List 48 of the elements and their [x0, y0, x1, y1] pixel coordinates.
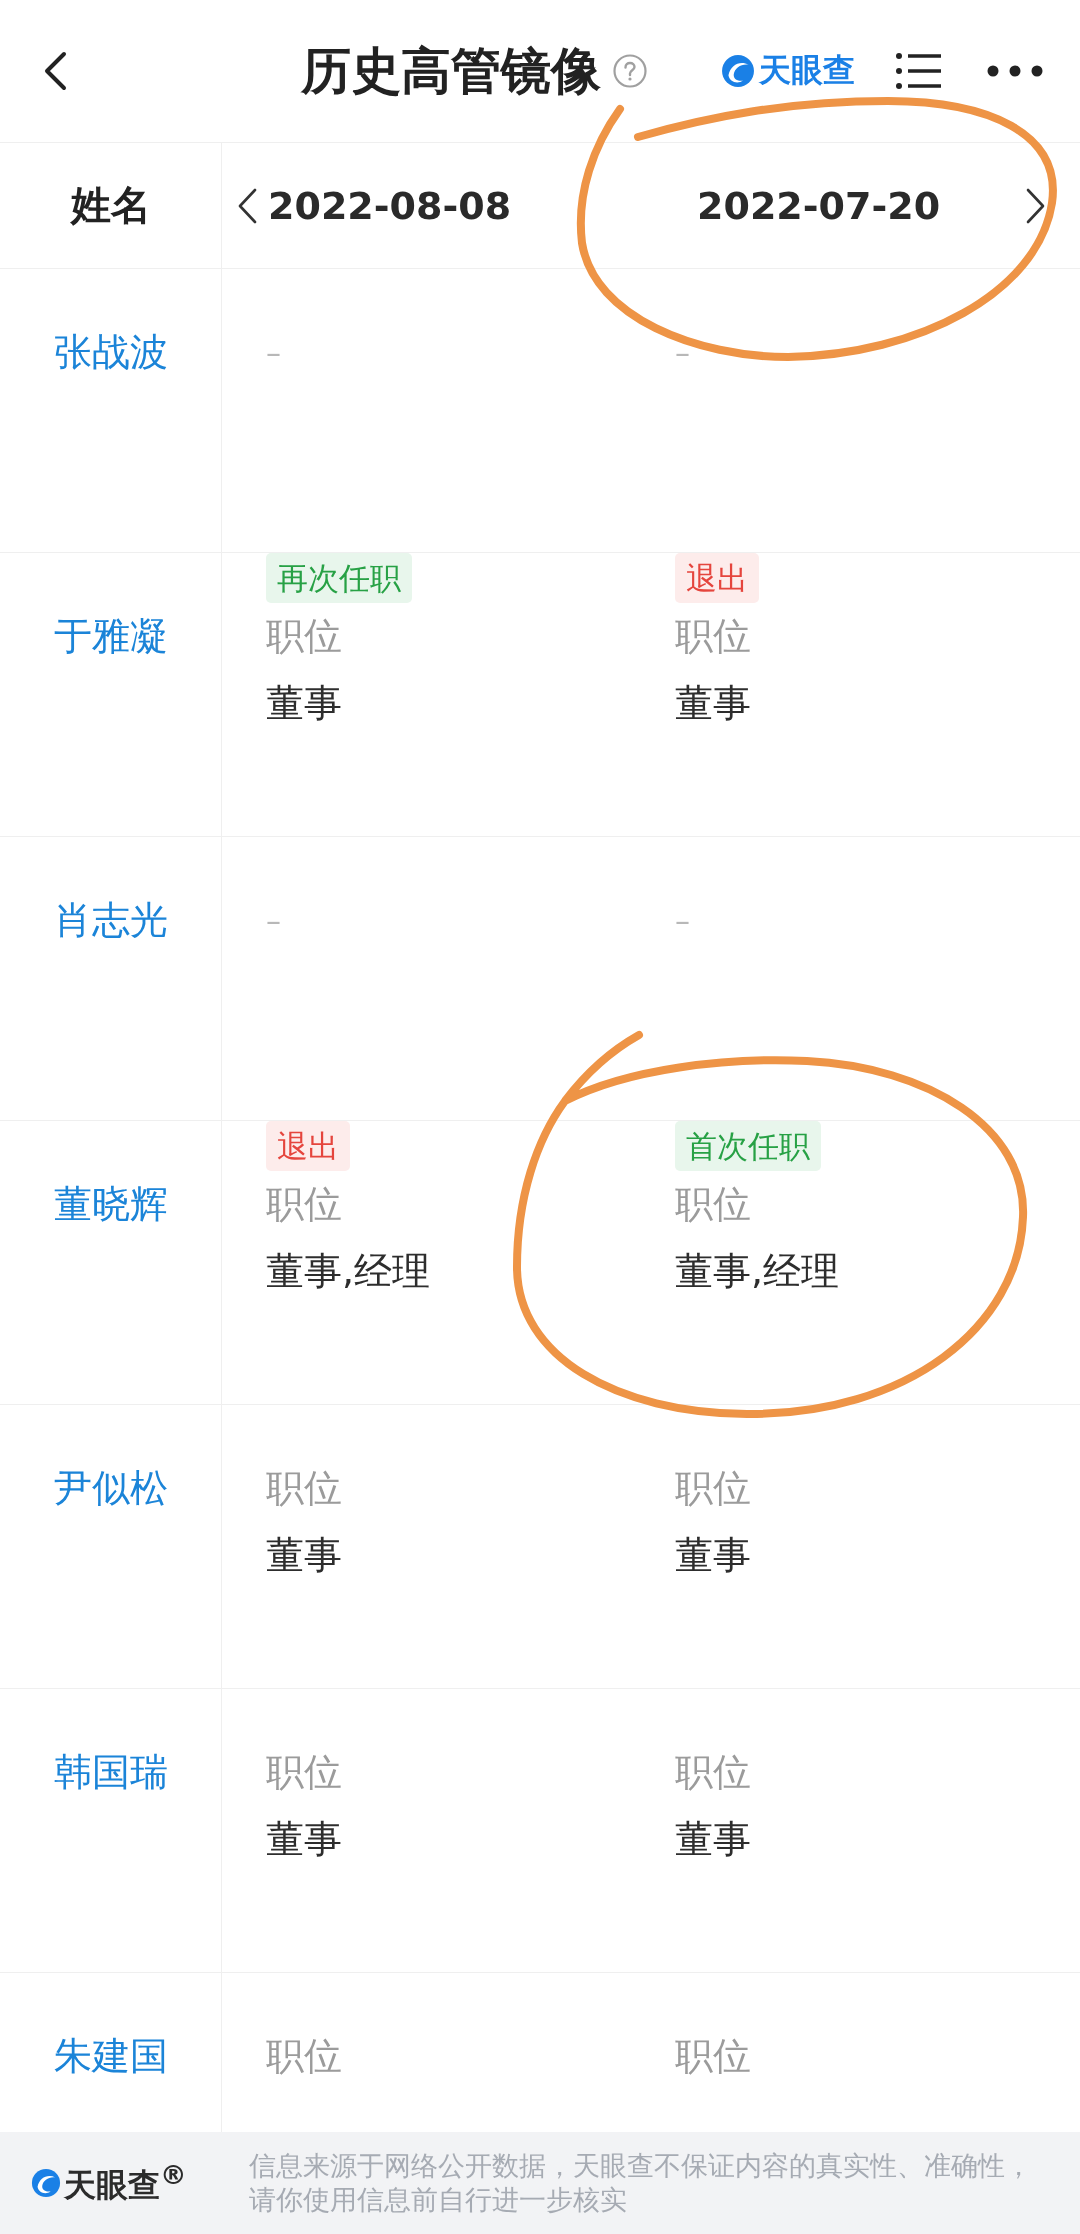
position-label: 职位	[675, 1748, 751, 1796]
position-value: 董事,经理	[675, 1247, 840, 1295]
person-name-link[interactable]: 董晓辉	[53, 1171, 168, 1237]
position-value: 董事,经理	[266, 1247, 431, 1295]
date-heading: 2022-08-08	[268, 183, 512, 228]
person-name-link[interactable]: 朱建国	[53, 2023, 168, 2089]
position-label: 职位	[266, 1180, 342, 1228]
position-label: 职位	[675, 612, 751, 660]
empty-value: –	[675, 902, 690, 938]
help-icon[interactable]	[613, 54, 647, 88]
position-label: 职位	[675, 1180, 751, 1228]
position-value: 董事	[675, 1531, 751, 1579]
position-value: 董事	[675, 1815, 751, 1863]
position-value: 董事	[266, 1531, 342, 1579]
page-title: 历史高管镜像	[301, 40, 601, 102]
position-label: 职位	[266, 612, 342, 660]
status-tag: 退出	[266, 1121, 350, 1171]
empty-value: –	[266, 334, 281, 370]
person-name-link[interactable]: 尹似松	[53, 1455, 168, 1521]
column-heading: 姓名	[70, 181, 151, 230]
position-label: 职位	[266, 1748, 342, 1796]
status-tag: 退出	[675, 553, 759, 603]
position-label: 职位	[266, 1464, 342, 1512]
more-icon[interactable]	[987, 65, 1043, 77]
empty-value: –	[675, 334, 690, 370]
person-name-link[interactable]: 张战波	[53, 319, 168, 385]
position-value: 董事	[266, 679, 342, 727]
position-value: 董事	[266, 1815, 342, 1863]
chevron-right-icon[interactable]	[1025, 187, 1047, 224]
list-icon[interactable]	[895, 51, 943, 91]
position-value: 董事	[675, 679, 751, 727]
disclaimer-text: 信息来源于网络公开数据，天眼查不保证内容的真实性、准确性，请你使用信息前自行进一步核实	[248, 2149, 1033, 2217]
status-tag: 再次任职	[266, 553, 412, 603]
logo-icon	[721, 54, 755, 88]
chevron-left-icon[interactable]	[236, 187, 258, 224]
back-icon[interactable]	[43, 51, 67, 91]
status-tag: 首次任职	[675, 1121, 821, 1171]
position-label: 职位	[266, 2032, 342, 2080]
person-name-link[interactable]: 于雅凝	[53, 603, 168, 669]
position-label: 职位	[675, 1464, 751, 1512]
position-label: 职位	[675, 2032, 751, 2080]
logo-icon	[31, 2168, 61, 2198]
person-name-link[interactable]: 肖志光	[53, 887, 168, 953]
logo-text: 天眼查$^{®}$	[64, 2158, 187, 2206]
date-heading: 2022-07-20	[697, 183, 941, 228]
logo-text: 天眼查	[759, 50, 855, 91]
empty-value: –	[266, 902, 281, 938]
person-name-link[interactable]: 韩国瑞	[53, 1739, 168, 1805]
